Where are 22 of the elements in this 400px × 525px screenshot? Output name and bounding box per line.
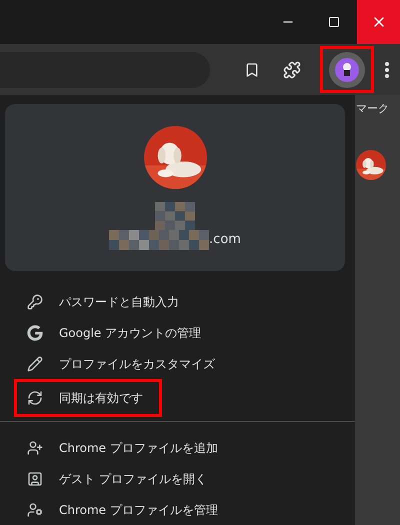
puzzle-icon — [283, 60, 301, 78]
maximize-icon — [328, 16, 340, 28]
avatar-icon — [335, 58, 359, 82]
person-gear-icon — [27, 502, 43, 518]
menu-item[interactable]: 同期は有効です — [14, 379, 162, 417]
page-text: マーク — [356, 101, 389, 117]
menu-item[interactable]: パスワードと自動入力 — [14, 286, 194, 317]
more-icon — [385, 62, 389, 78]
key-icon — [27, 294, 43, 310]
profile-button[interactable] — [329, 52, 365, 88]
email-text: .com — [209, 231, 241, 250]
menu-item[interactable]: Google アカウントの管理 — [14, 317, 216, 348]
menu-item[interactable]: Chrome プロファイルを追加 — [14, 432, 233, 463]
google-icon — [27, 324, 43, 340]
menu-item[interactable]: ゲスト プロファイルを開く — [14, 463, 222, 494]
menu-item[interactable]: プロファイルをカスタマイズ — [14, 348, 230, 379]
add-person-icon — [27, 440, 43, 456]
pencil-icon — [27, 356, 43, 372]
person-card-icon — [27, 470, 43, 486]
bookmark-icon — [244, 62, 260, 78]
menu-item[interactable]: Chrome プロファイルを管理 — [14, 494, 233, 525]
sync-icon — [27, 390, 43, 406]
